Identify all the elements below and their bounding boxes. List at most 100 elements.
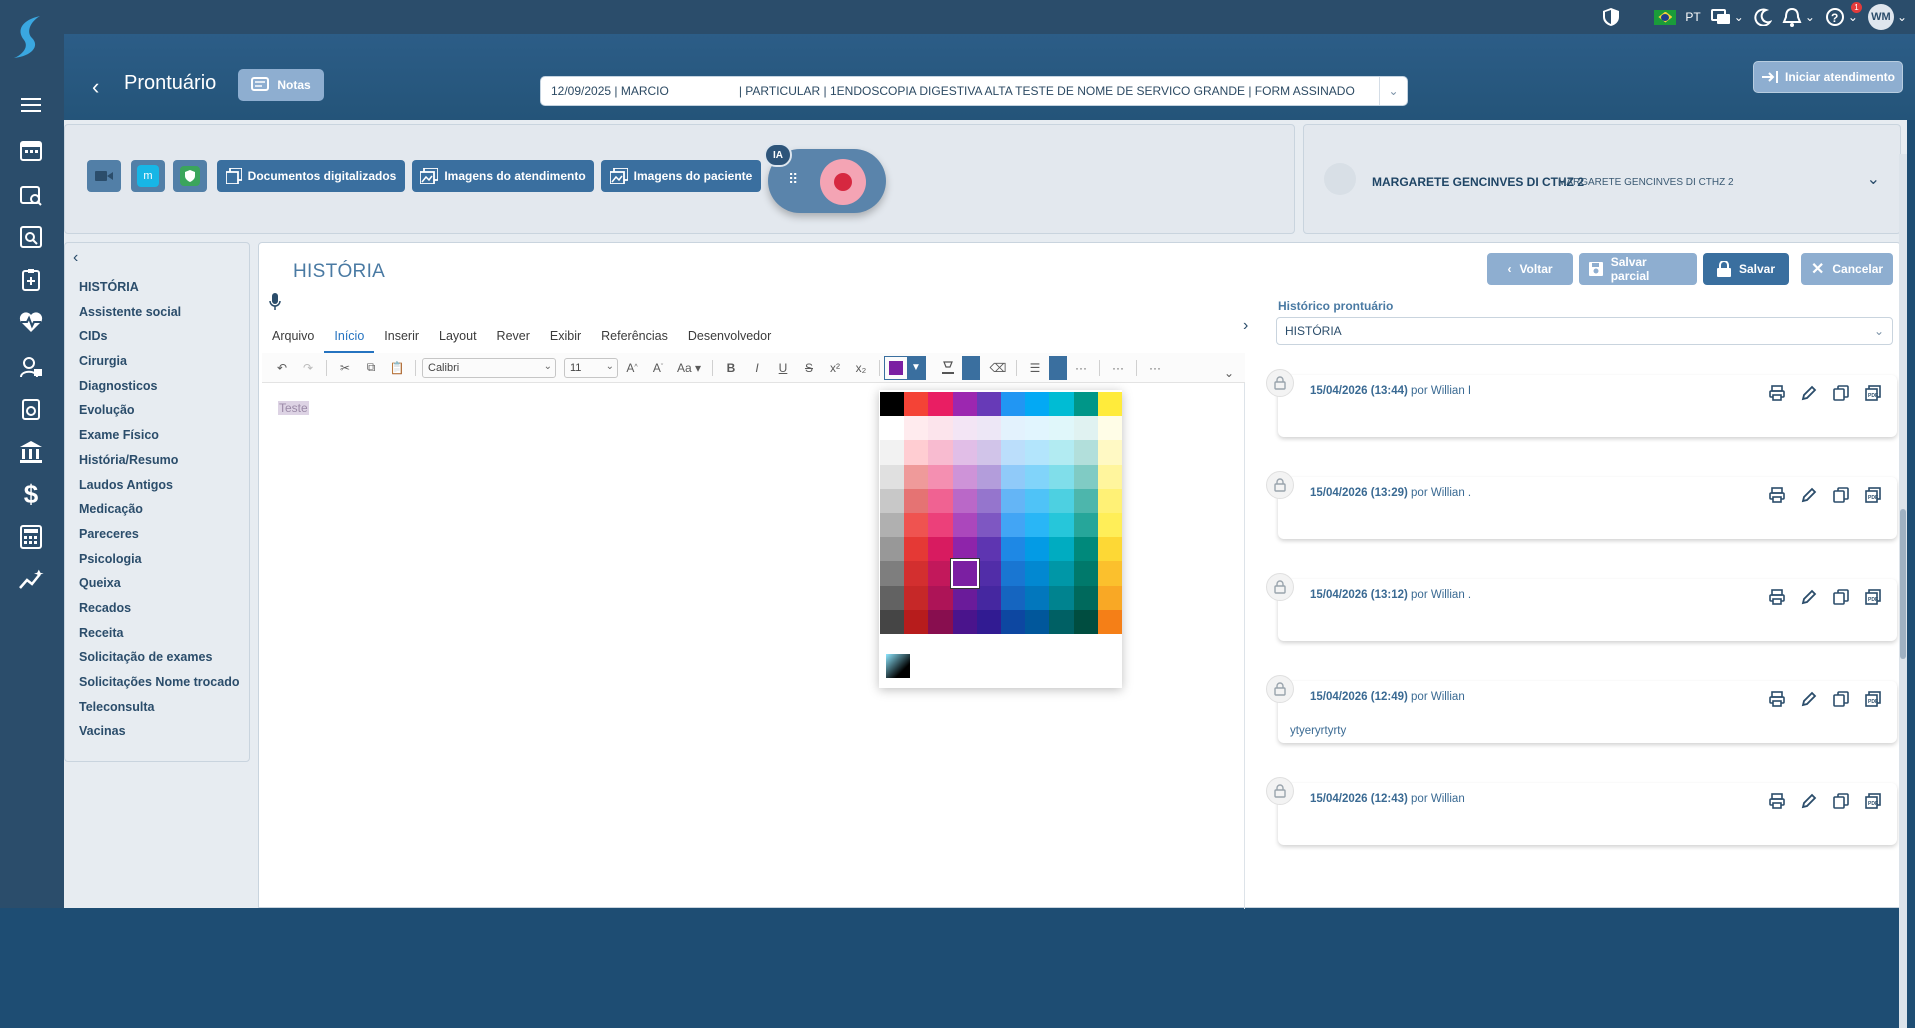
menu-tab[interactable]: Rever — [487, 321, 540, 353]
undo-icon[interactable]: ↶ — [270, 356, 294, 380]
color-swatch[interactable] — [1073, 609, 1098, 634]
eraser-icon[interactable]: ⌫ — [986, 356, 1010, 380]
color-swatch[interactable] — [928, 416, 953, 441]
more-icon[interactable]: ··· — [1106, 356, 1130, 380]
color-swatch[interactable] — [904, 392, 929, 417]
color-swatch[interactable] — [1097, 585, 1122, 610]
highlight-icon[interactable] — [936, 356, 960, 380]
color-swatch[interactable] — [1073, 537, 1098, 562]
color-swatch[interactable] — [1049, 609, 1074, 634]
calculator-icon[interactable] — [14, 520, 48, 554]
print-icon[interactable] — [1767, 383, 1787, 403]
pdf-icon[interactable]: PDF — [1863, 485, 1883, 505]
sidebar-item[interactable]: Solicitação de exames — [79, 649, 239, 674]
color-swatch[interactable] — [1000, 585, 1026, 610]
color-swatch[interactable] — [952, 488, 977, 513]
color-swatch[interactable] — [1097, 392, 1122, 417]
collapse-chevron-icon[interactable]: ‹ — [73, 249, 78, 267]
color-swatch[interactable] — [1097, 440, 1122, 465]
grow-font-icon[interactable]: A ^ — [620, 356, 644, 380]
color-swatch[interactable] — [904, 585, 929, 610]
appointment-images-button[interactable]: Imagens do atendimento — [412, 160, 594, 192]
sidebar-item[interactable]: Vacinas — [79, 723, 239, 748]
color-swatch[interactable] — [1000, 488, 1026, 513]
color-swatch[interactable] — [1025, 392, 1050, 417]
menu-tab[interactable]: Layout — [429, 321, 487, 353]
analytics-icon[interactable] — [14, 563, 48, 597]
shield-icon[interactable] — [1602, 7, 1620, 27]
sidebar-item[interactable]: Diagnosticos — [79, 378, 239, 403]
document-text[interactable]: Teste — [278, 401, 309, 415]
color-swatch[interactable] — [1097, 537, 1122, 562]
print-icon[interactable] — [1767, 689, 1787, 709]
color-swatch[interactable] — [1097, 464, 1122, 489]
pdf-icon[interactable]: PDF — [1863, 689, 1883, 709]
color-swatch[interactable] — [880, 464, 905, 489]
color-swatch[interactable] — [976, 609, 1001, 634]
save-button[interactable]: Salvar — [1703, 253, 1789, 285]
color-swatch[interactable] — [1025, 609, 1050, 634]
notifications-button[interactable]: ⌄ — [1782, 7, 1815, 27]
color-swatch[interactable] — [1000, 512, 1026, 538]
color-swatch[interactable] — [1000, 609, 1026, 634]
print-icon[interactable] — [1767, 485, 1787, 505]
menu-tab[interactable]: Arquivo — [262, 321, 324, 353]
back-arrow-icon[interactable]: ‹ — [92, 74, 99, 100]
copy-icon[interactable] — [1831, 485, 1851, 505]
color-swatch[interactable] — [904, 440, 929, 465]
copy-icon[interactable] — [1831, 383, 1851, 403]
font-color-button[interactable]: ▼ — [884, 355, 926, 380]
more-icon[interactable]: ··· — [1069, 356, 1093, 380]
clipboard-plus-icon[interactable] — [14, 263, 48, 297]
color-swatch[interactable] — [976, 440, 1001, 465]
color-swatch[interactable] — [880, 488, 905, 513]
edit-icon[interactable] — [1799, 791, 1819, 811]
cut-icon[interactable]: ✂ — [333, 356, 357, 380]
color-swatch[interactable] — [1000, 561, 1026, 586]
dark-mode-icon[interactable] — [1754, 8, 1772, 26]
sidebar-item[interactable]: Receita — [79, 625, 239, 650]
color-swatch[interactable] — [880, 392, 905, 417]
color-swatch[interactable] — [1000, 537, 1026, 562]
color-swatch[interactable] — [904, 488, 929, 513]
color-swatch[interactable] — [904, 609, 929, 634]
copy-icon[interactable] — [1831, 689, 1851, 709]
save-partial-button[interactable]: Salvar parcial — [1579, 253, 1697, 285]
color-swatch[interactable] — [928, 512, 953, 538]
color-swatch[interactable] — [952, 464, 977, 489]
color-swatch[interactable] — [928, 440, 953, 465]
scrollbar-thumb[interactable] — [1900, 509, 1906, 659]
color-swatch[interactable] — [1025, 512, 1050, 538]
color-swatch[interactable] — [1000, 440, 1026, 465]
color-swatch[interactable] — [952, 609, 977, 634]
print-icon[interactable] — [1767, 791, 1787, 811]
color-swatch[interactable] — [1025, 416, 1050, 441]
sidebar-item[interactable]: CIDs — [79, 328, 239, 353]
color-swatch[interactable] — [1097, 561, 1122, 586]
edit-icon[interactable] — [1799, 485, 1819, 505]
color-swatch[interactable] — [880, 440, 905, 465]
color-swatch[interactable] — [904, 464, 929, 489]
scrollbar[interactable] — [1899, 154, 1907, 1028]
color-swatch[interactable] — [1097, 416, 1122, 441]
sidebar-item[interactable]: Pareceres — [79, 526, 239, 551]
color-swatch[interactable] — [1073, 488, 1098, 513]
color-swatch[interactable] — [928, 392, 953, 417]
edit-icon[interactable] — [1799, 689, 1819, 709]
color-swatch[interactable] — [1049, 537, 1074, 562]
color-swatch[interactable] — [904, 561, 929, 586]
color-swatch[interactable] — [952, 537, 977, 562]
color-swatch[interactable] — [976, 392, 1001, 417]
history-select[interactable]: HISTÓRIA ⌄ — [1276, 317, 1893, 345]
color-swatch[interactable] — [1073, 585, 1098, 610]
color-swatch[interactable] — [1049, 392, 1074, 417]
edit-icon[interactable] — [1799, 383, 1819, 403]
color-swatch[interactable] — [1049, 585, 1074, 610]
color-swatch[interactable] — [880, 609, 905, 634]
color-swatch[interactable] — [1025, 464, 1050, 489]
strikethrough-icon[interactable]: S — [797, 356, 821, 380]
font-size-select[interactable]: 11 ⌄ — [564, 357, 618, 378]
color-swatch[interactable] — [1049, 561, 1074, 586]
color-swatch[interactable] — [1049, 512, 1074, 538]
calendar-icon[interactable] — [14, 133, 48, 167]
